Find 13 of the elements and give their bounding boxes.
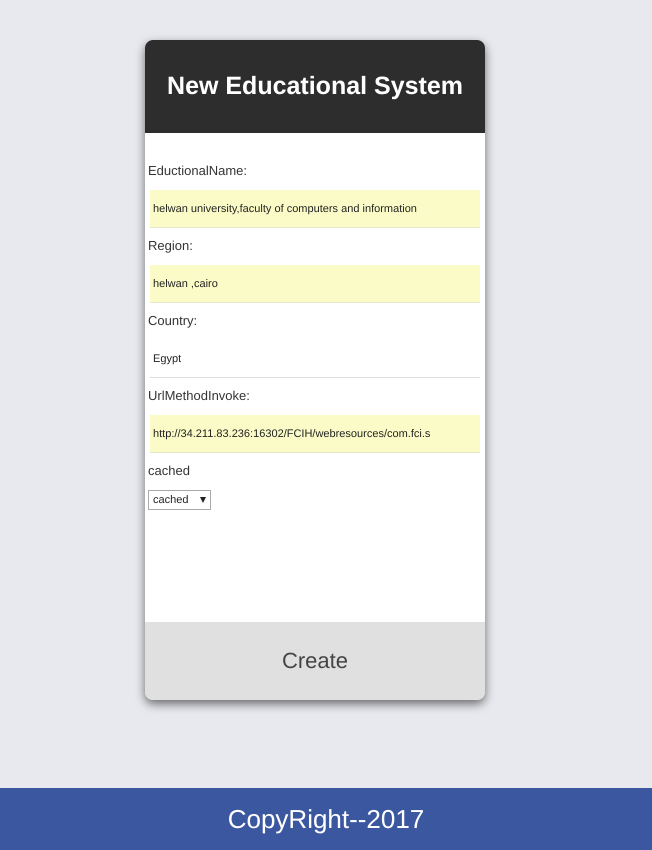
- field-label: Region:: [148, 237, 194, 255]
- input-field[interactable]: helwan ,cairo: [150, 265, 480, 303]
- field-label: UrlMethodInvoke:: [148, 387, 251, 405]
- cached-dropdown[interactable]: cached: [148, 490, 212, 510]
- input-field[interactable]: http://34.211.83.236:16302/FCIH/webresources/com.fci.s: [150, 415, 480, 453]
- caret-icon: [200, 497, 206, 503]
- input-field[interactable]: helwan university,faculty of computers and information: [150, 190, 480, 228]
- card-title: New Educational System: [145, 40, 485, 133]
- field-label: cached: [148, 462, 191, 480]
- field-label: Country:: [148, 312, 198, 330]
- field-label: EductionalName:: [148, 162, 248, 180]
- create-button[interactable]: Create: [145, 622, 485, 700]
- copyright-text: CopyRight--2017: [228, 804, 424, 834]
